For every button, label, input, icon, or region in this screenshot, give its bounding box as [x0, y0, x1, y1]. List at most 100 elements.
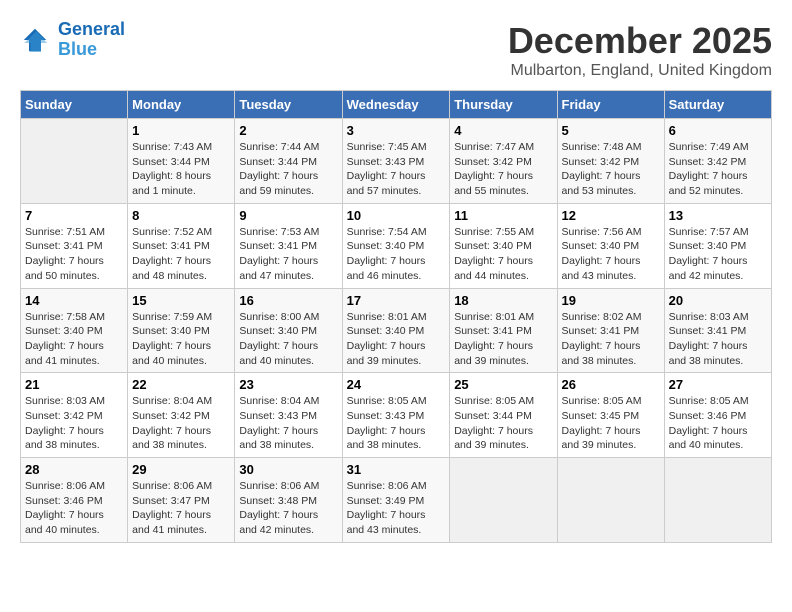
calendar-cell: 28 Sunrise: 8:06 AM Sunset: 3:46 PM Dayli… — [21, 458, 128, 543]
calendar-cell: 21 Sunrise: 8:03 AM Sunset: 3:42 PM Dayli… — [21, 373, 128, 458]
column-header-tuesday: Tuesday — [235, 91, 342, 119]
day-info: Sunrise: 8:04 AM Sunset: 3:42 PM Dayligh… — [132, 394, 230, 453]
day-number: 6 — [669, 123, 767, 138]
calendar-cell: 3 Sunrise: 7:45 AM Sunset: 3:43 PM Daylig… — [342, 119, 450, 204]
calendar-cell: 2Sunrise: 7:44 AM Sunset: 3:44 PM Daylig… — [235, 119, 342, 204]
day-number: 16 — [239, 293, 337, 308]
column-header-thursday: Thursday — [450, 91, 557, 119]
day-number: 21 — [25, 377, 123, 392]
calendar-cell: 5Sunrise: 7:48 AM Sunset: 3:42 PM Daylig… — [557, 119, 664, 204]
calendar-cell: 9 Sunrise: 7:53 AM Sunset: 3:41 PM Daylig… — [235, 203, 342, 288]
day-info: Sunrise: 7:56 AM Sunset: 3:40 PM Dayligh… — [562, 225, 660, 284]
day-number: 15 — [132, 293, 230, 308]
day-info: Sunrise: 7:52 AM Sunset: 3:41 PM Dayligh… — [132, 225, 230, 284]
day-number: 31 — [347, 462, 446, 477]
calendar-cell: 27 Sunrise: 8:05 AM Sunset: 3:46 PM Dayli… — [664, 373, 771, 458]
day-number: 24 — [347, 377, 446, 392]
calendar-cell: 25Sunrise: 8:05 AM Sunset: 3:44 PM Dayli… — [450, 373, 557, 458]
logo-icon — [20, 25, 50, 55]
calendar-cell: 15 Sunrise: 7:59 AM Sunset: 3:40 PM Dayli… — [128, 288, 235, 373]
day-number: 18 — [454, 293, 552, 308]
day-info: Sunrise: 8:05 AM Sunset: 3:45 PM Dayligh… — [562, 394, 660, 453]
column-header-friday: Friday — [557, 91, 664, 119]
calendar-week-1: 1 Sunrise: 7:43 AM Sunset: 3:44 PM Daylig… — [21, 119, 772, 204]
column-header-wednesday: Wednesday — [342, 91, 450, 119]
calendar-cell: 12Sunrise: 7:56 AM Sunset: 3:40 PM Dayli… — [557, 203, 664, 288]
calendar-cell: 1 Sunrise: 7:43 AM Sunset: 3:44 PM Daylig… — [128, 119, 235, 204]
day-number: 3 — [347, 123, 446, 138]
day-info: Sunrise: 7:59 AM Sunset: 3:40 PM Dayligh… — [132, 310, 230, 369]
day-number: 28 — [25, 462, 123, 477]
day-number: 13 — [669, 208, 767, 223]
day-info: Sunrise: 8:05 AM Sunset: 3:43 PM Dayligh… — [347, 394, 446, 453]
day-info: Sunrise: 8:05 AM Sunset: 3:46 PM Dayligh… — [669, 394, 767, 453]
day-info: Sunrise: 7:43 AM Sunset: 3:44 PM Dayligh… — [132, 140, 230, 199]
day-number: 23 — [239, 377, 337, 392]
logo: General Blue — [20, 20, 125, 60]
calendar-week-2: 7 Sunrise: 7:51 AM Sunset: 3:41 PM Daylig… — [21, 203, 772, 288]
column-header-sunday: Sunday — [21, 91, 128, 119]
column-header-saturday: Saturday — [664, 91, 771, 119]
day-info: Sunrise: 7:45 AM Sunset: 3:43 PM Dayligh… — [347, 140, 446, 199]
calendar-cell: 4 Sunrise: 7:47 AM Sunset: 3:42 PM Daylig… — [450, 119, 557, 204]
day-info: Sunrise: 7:55 AM Sunset: 3:40 PM Dayligh… — [454, 225, 552, 284]
calendar-cell: 19Sunrise: 8:02 AM Sunset: 3:41 PM Dayli… — [557, 288, 664, 373]
logo-text-blue: Blue — [58, 40, 125, 60]
day-number: 27 — [669, 377, 767, 392]
calendar-title: December 2025 — [508, 20, 772, 62]
calendar-cell — [21, 119, 128, 204]
calendar-cell: 10 Sunrise: 7:54 AM Sunset: 3:40 PM Dayli… — [342, 203, 450, 288]
day-info: Sunrise: 8:02 AM Sunset: 3:41 PM Dayligh… — [562, 310, 660, 369]
day-info: Sunrise: 8:06 AM Sunset: 3:46 PM Dayligh… — [25, 479, 123, 538]
column-header-monday: Monday — [128, 91, 235, 119]
day-number: 2 — [239, 123, 337, 138]
calendar-cell: 14 Sunrise: 7:58 AM Sunset: 3:40 PM Dayli… — [21, 288, 128, 373]
day-number: 7 — [25, 208, 123, 223]
calendar-cell: 26 Sunrise: 8:05 AM Sunset: 3:45 PM Dayli… — [557, 373, 664, 458]
calendar-cell: 11 Sunrise: 7:55 AM Sunset: 3:40 PM Dayli… — [450, 203, 557, 288]
day-info: Sunrise: 7:49 AM Sunset: 3:42 PM Dayligh… — [669, 140, 767, 199]
day-info: Sunrise: 8:06 AM Sunset: 3:48 PM Dayligh… — [239, 479, 337, 538]
calendar-table: SundayMondayTuesdayWednesdayThursdayFrid… — [20, 90, 772, 543]
day-number: 1 — [132, 123, 230, 138]
calendar-cell: 20 Sunrise: 8:03 AM Sunset: 3:41 PM Dayli… — [664, 288, 771, 373]
page-header: General Blue December 2025 Mulbarton, En… — [20, 20, 772, 80]
day-info: Sunrise: 7:54 AM Sunset: 3:40 PM Dayligh… — [347, 225, 446, 284]
day-info: Sunrise: 7:47 AM Sunset: 3:42 PM Dayligh… — [454, 140, 552, 199]
calendar-cell: 29 Sunrise: 8:06 AM Sunset: 3:47 PM Dayli… — [128, 458, 235, 543]
day-number: 9 — [239, 208, 337, 223]
day-number: 20 — [669, 293, 767, 308]
calendar-week-4: 21 Sunrise: 8:03 AM Sunset: 3:42 PM Dayli… — [21, 373, 772, 458]
day-number: 4 — [454, 123, 552, 138]
calendar-cell — [450, 458, 557, 543]
calendar-subtitle: Mulbarton, England, United Kingdom — [508, 62, 772, 80]
day-number: 30 — [239, 462, 337, 477]
day-info: Sunrise: 8:05 AM Sunset: 3:44 PM Dayligh… — [454, 394, 552, 453]
day-info: Sunrise: 8:04 AM Sunset: 3:43 PM Dayligh… — [239, 394, 337, 453]
day-info: Sunrise: 7:48 AM Sunset: 3:42 PM Dayligh… — [562, 140, 660, 199]
calendar-cell: 22 Sunrise: 8:04 AM Sunset: 3:42 PM Dayli… — [128, 373, 235, 458]
day-number: 17 — [347, 293, 446, 308]
day-info: Sunrise: 8:01 AM Sunset: 3:40 PM Dayligh… — [347, 310, 446, 369]
day-info: Sunrise: 8:06 AM Sunset: 3:47 PM Dayligh… — [132, 479, 230, 538]
day-info: Sunrise: 7:58 AM Sunset: 3:40 PM Dayligh… — [25, 310, 123, 369]
day-number: 26 — [562, 377, 660, 392]
calendar-cell: 13Sunrise: 7:57 AM Sunset: 3:40 PM Dayli… — [664, 203, 771, 288]
day-number: 11 — [454, 208, 552, 223]
day-number: 8 — [132, 208, 230, 223]
calendar-cell: 18Sunrise: 8:01 AM Sunset: 3:41 PM Dayli… — [450, 288, 557, 373]
calendar-cell: 30 Sunrise: 8:06 AM Sunset: 3:48 PM Dayli… — [235, 458, 342, 543]
calendar-cell: 16 Sunrise: 8:00 AM Sunset: 3:40 PM Dayli… — [235, 288, 342, 373]
day-info: Sunrise: 8:00 AM Sunset: 3:40 PM Dayligh… — [239, 310, 337, 369]
day-info: Sunrise: 7:51 AM Sunset: 3:41 PM Dayligh… — [25, 225, 123, 284]
day-info: Sunrise: 8:03 AM Sunset: 3:42 PM Dayligh… — [25, 394, 123, 453]
day-number: 29 — [132, 462, 230, 477]
calendar-cell — [557, 458, 664, 543]
day-number: 14 — [25, 293, 123, 308]
day-number: 22 — [132, 377, 230, 392]
calendar-week-5: 28 Sunrise: 8:06 AM Sunset: 3:46 PM Dayli… — [21, 458, 772, 543]
day-info: Sunrise: 7:53 AM Sunset: 3:41 PM Dayligh… — [239, 225, 337, 284]
day-number: 10 — [347, 208, 446, 223]
day-info: Sunrise: 8:03 AM Sunset: 3:41 PM Dayligh… — [669, 310, 767, 369]
calendar-week-3: 14 Sunrise: 7:58 AM Sunset: 3:40 PM Dayli… — [21, 288, 772, 373]
